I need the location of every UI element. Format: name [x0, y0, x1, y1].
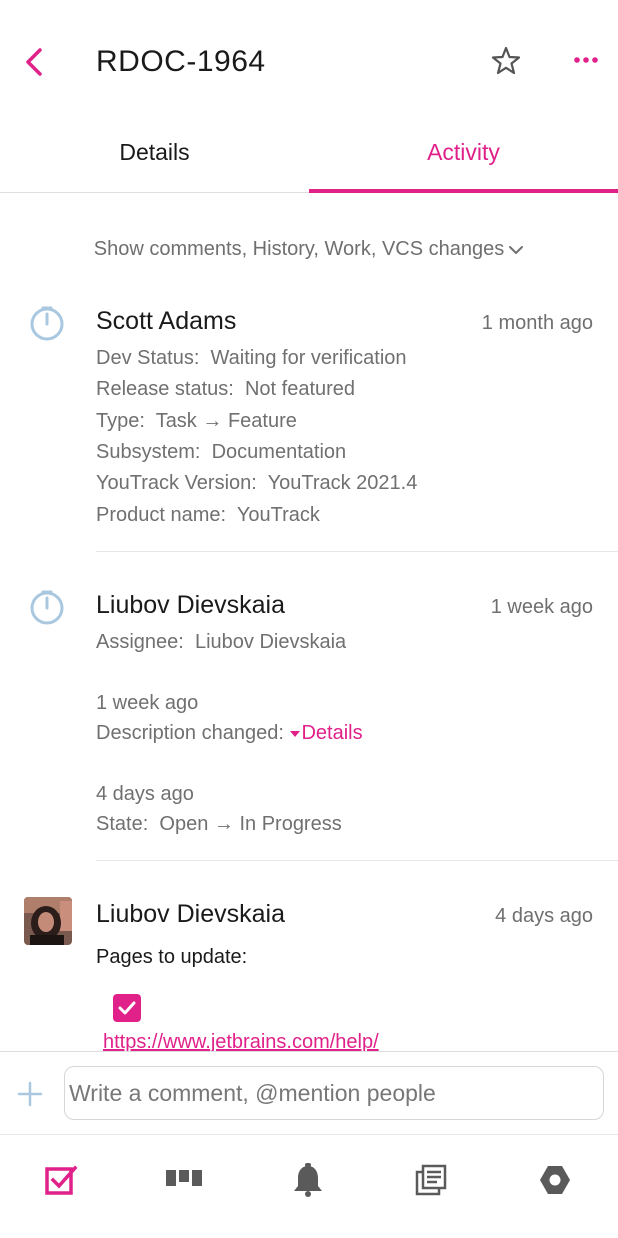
activity-filter-label: Show comments, History, Work, VCS change… — [93, 238, 505, 260]
activity-separator — [96, 860, 618, 861]
change-to: In Progress — [239, 813, 342, 835]
activity-author[interactable]: Scott Adams — [96, 305, 236, 337]
change-value: YouTrack 2021.4 — [267, 472, 418, 494]
more-dots-icon[interactable] — [570, 48, 602, 72]
change-field: YouTrack Version: — [96, 472, 257, 494]
change-value: Documentation — [211, 441, 347, 463]
issues-checkbox-icon[interactable] — [43, 1162, 79, 1198]
history-icon — [30, 590, 64, 625]
bottom-nav-divider — [0, 1134, 618, 1135]
change-field: Release status: — [96, 378, 234, 400]
knowledge-base-icon[interactable] — [413, 1162, 449, 1198]
change-line: Assignee: Liubov Dievskaia — [96, 628, 346, 656]
avatar[interactable] — [24, 897, 72, 945]
history-icon — [30, 306, 64, 341]
star-outline-icon[interactable] — [489, 44, 523, 78]
checkmark-icon — [118, 1001, 136, 1015]
change-field: Product name: — [96, 504, 227, 526]
active-tab-indicator — [309, 189, 618, 193]
activity-author[interactable]: Liubov Dievskaia — [96, 898, 285, 930]
activity-filter-dropdown[interactable]: Show comments, History, Work, VCS change… — [0, 230, 618, 268]
arrow-icon: → — [213, 813, 234, 835]
change-value: YouTrack — [236, 504, 320, 526]
details-link: Details — [301, 722, 363, 744]
change-value: Waiting for verification — [210, 347, 407, 369]
activity-time: 1 month ago — [481, 312, 593, 334]
plus-icon[interactable] — [16, 1080, 44, 1108]
chevron-down-icon — [509, 245, 524, 254]
tab-details[interactable]: Details — [0, 120, 309, 192]
change-line: Type: Task → Feature — [96, 407, 297, 435]
activity-author[interactable]: Liubov Dievskaia — [96, 589, 285, 621]
change-value: Not featured — [244, 378, 356, 400]
comment-text: Pages to update: — [96, 946, 248, 968]
change-line: Description changed: Details — [96, 719, 363, 747]
activity-separator — [96, 551, 618, 552]
composer-divider — [0, 1051, 618, 1052]
change-field: Subsystem: — [96, 441, 201, 463]
change-line: Release status: Not featured — [96, 375, 355, 403]
comment-input[interactable] — [64, 1066, 604, 1120]
issue-id-title: RDOC-1964 — [96, 45, 266, 78]
subentry-time: 1 week ago — [96, 692, 199, 714]
caret-down-icon — [290, 730, 301, 737]
change-field: State: — [96, 813, 149, 835]
change-line: YouTrack Version: YouTrack 2021.4 — [96, 469, 417, 497]
tab-activity[interactable]: Activity — [309, 120, 618, 192]
change-field: Description changed: — [96, 722, 284, 744]
back-chevron-icon[interactable] — [20, 44, 50, 80]
change-field: Assignee: — [96, 631, 184, 653]
change-line: Dev Status: Waiting for verification — [96, 344, 407, 372]
change-value: Liubov Dievskaia — [194, 631, 347, 653]
arrow-icon: → — [202, 410, 223, 432]
activity-time: 4 days ago — [495, 905, 593, 927]
change-from: Task — [155, 410, 197, 432]
notifications-bell-icon[interactable] — [290, 1162, 326, 1198]
change-line: Product name: YouTrack — [96, 501, 320, 529]
subentry-time: 4 days ago — [96, 783, 194, 805]
agile-board-icon[interactable] — [166, 1162, 202, 1198]
comment-checkbox[interactable] — [113, 994, 141, 1022]
change-from: Open — [159, 813, 209, 835]
description-details-toggle[interactable]: Details — [289, 722, 363, 744]
settings-hexagon-icon[interactable] — [537, 1162, 573, 1198]
change-to: Feature — [227, 410, 297, 432]
change-field: Type: — [96, 410, 145, 432]
change-line: Subsystem: Documentation — [96, 438, 346, 466]
activity-time: 1 week ago — [490, 596, 593, 618]
change-line: State: Open → In Progress — [96, 810, 342, 838]
change-field: Dev Status: — [96, 347, 200, 369]
